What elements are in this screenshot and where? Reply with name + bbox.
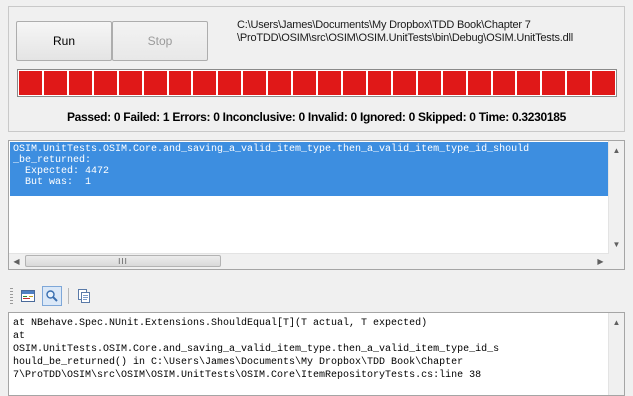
progress-segment [93,71,117,95]
find-button[interactable] [42,286,62,306]
progress-segment [492,71,516,95]
progress-segment [243,71,267,95]
progress-segment [517,71,541,95]
progress-segment [567,71,591,95]
console-output-button[interactable] [18,286,38,306]
find-icon [46,290,58,302]
trace-scroll-up-icon[interactable]: ▲ [609,315,624,330]
list-item-selected[interactable]: OSIM.UnitTests.OSIM.Core.and_saving_a_va… [10,142,609,196]
progress-segment [392,71,416,95]
progress-segment [342,71,366,95]
progress-segment [68,71,92,95]
scroll-right-icon[interactable]: ▶ [593,254,608,269]
progress-segment [43,71,67,95]
toolbar-grip[interactable] [10,288,13,304]
list-vertical-scrollbar[interactable]: ▲ ▼ [608,141,624,254]
toolbar-separator [68,288,69,304]
list-horizontal-scrollbar[interactable]: ◀ III ▶ [9,253,609,269]
progress-segment [367,71,391,95]
progress-segment [467,71,491,95]
horizontal-scroll-thumb[interactable]: III [25,255,221,267]
progress-segment [168,71,192,95]
run-panel: Run Stop C:\Users\James\Documents\My Dro… [8,6,625,132]
trace-vertical-scrollbar[interactable]: ▲ [608,313,624,395]
progress-segment [293,71,317,95]
progress-segment [19,71,42,95]
console-output-icon [21,290,35,302]
progress-segment [592,71,616,95]
scroll-down-icon[interactable]: ▼ [609,237,624,252]
scroll-left-icon[interactable]: ◀ [9,254,24,269]
progress-segment [193,71,217,95]
progress-segment [318,71,341,95]
stop-button[interactable]: Stop [112,21,208,61]
scroll-up-icon[interactable]: ▲ [609,143,624,158]
test-summary-stats: Passed: 0 Failed: 1 Errors: 0 Inconclusi… [66,110,567,124]
run-button[interactable]: Run [16,21,112,61]
progress-segment [218,71,242,95]
progress-segment [118,71,142,95]
progress-segment [542,71,566,95]
progress-segment [442,71,466,95]
assembly-path-line2: \ProTDD\OSIM\src\OSIM\OSIM.UnitTests\bin… [237,32,574,44]
assembly-path: C:\Users\James\Documents\My Dropbox\TDD … [237,19,621,45]
assembly-path-line1: C:\Users\James\Documents\My Dropbox\TDD … [237,19,531,31]
progress-segment [268,71,292,95]
copy-button[interactable] [74,286,94,306]
stack-trace-panel[interactable]: at NBehave.Spec.NUnit.Extensions.ShouldE… [8,312,625,396]
copy-icon [78,289,90,303]
failed-tests-list[interactable]: OSIM.UnitTests.OSIM.Core.and_saving_a_va… [8,140,625,270]
test-progress-bar [17,69,617,97]
output-toolbar [8,284,625,308]
scrollbar-corner [609,254,624,269]
progress-segment [143,71,167,95]
stack-trace-text: at NBehave.Spec.NUnit.Extensions.ShouldE… [13,318,500,381]
progress-segment [417,71,441,95]
